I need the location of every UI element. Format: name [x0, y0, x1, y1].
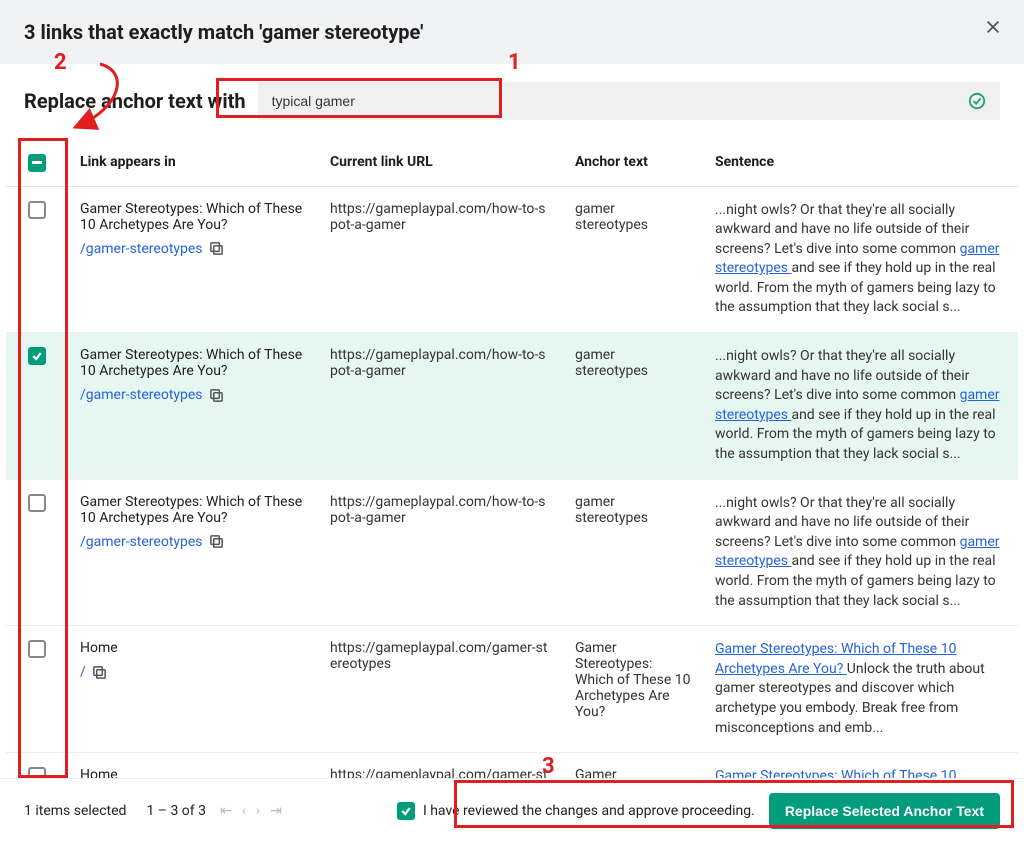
pager-next-icon[interactable]: ›	[256, 803, 260, 819]
col-header-sentence: Sentence	[703, 138, 1018, 186]
close-icon[interactable]	[984, 18, 1004, 38]
pager-range: 1 – 3 of 3	[146, 803, 206, 819]
row-url: https://gameplaypal.com/how-to-spot-a-ga…	[318, 186, 563, 333]
selected-count: 1 items selected	[24, 803, 126, 819]
table-row: Home / https://gameplaypal.com/gamer-stere…	[6, 626, 1018, 753]
row-sentence: ...night owls? Or that they're all socia…	[703, 479, 1018, 626]
col-header-url: Current link URL	[318, 138, 563, 186]
row-url: https://gameplaypal.com/gamer-stereotype…	[318, 753, 563, 778]
pager-last-icon[interactable]: ⇥	[270, 803, 282, 819]
row-anchor: Gamer Stereotypes: Which of These 10	[563, 753, 703, 778]
copy-icon[interactable]	[92, 665, 107, 680]
table-row: Gamer Stereotypes: Which of These 10 Arc…	[6, 186, 1018, 333]
pager-first-icon[interactable]: ⇤	[220, 803, 232, 819]
row-sentence: ...night owls? Or that they're all socia…	[703, 186, 1018, 333]
approve-label: I have reviewed the changes and approve …	[423, 803, 755, 819]
row-url: https://gameplaypal.com/gamer-stereotype…	[318, 626, 563, 753]
modal-header: 3 links that exactly match 'gamer stereo…	[0, 0, 1024, 64]
row-anchor: gamer stereotypes	[563, 186, 703, 333]
replace-input-wrap	[258, 82, 1000, 120]
sentence-link[interactable]: gamer stereotypes	[715, 241, 1000, 277]
replace-row: Replace anchor text with	[0, 64, 1024, 138]
row-sentence: Gamer Stereotypes: Which of These 10 Arc…	[703, 753, 1018, 778]
sentence-link[interactable]: Gamer Stereotypes: Which of These 10 Arc…	[715, 641, 956, 677]
row-sentence: ...night owls? Or that they're all socia…	[703, 333, 1018, 480]
row-checkbox[interactable]	[28, 640, 46, 658]
pager: 1 – 3 of 3 ⇤ ‹ › ⇥	[146, 803, 281, 819]
row-path[interactable]: /gamer-stereotypes	[80, 534, 224, 550]
row-path[interactable]: /gamer-stereotypes	[80, 387, 224, 403]
replace-label: Replace anchor text with	[24, 89, 246, 113]
copy-icon[interactable]	[209, 534, 224, 549]
row-anchor: Gamer Stereotypes: Which of These 10 Arc…	[563, 626, 703, 753]
row-anchor: gamer stereotypes	[563, 479, 703, 626]
row-checkbox[interactable]	[28, 347, 46, 365]
copy-icon[interactable]	[209, 388, 224, 403]
approve-checkbox[interactable]	[397, 802, 415, 820]
links-table: Link appears in Current link URL Anchor …	[6, 138, 1018, 778]
row-title: Home	[80, 640, 306, 656]
row-path[interactable]: /	[80, 664, 107, 680]
row-anchor: gamer stereotypes	[563, 333, 703, 480]
row-title: Gamer Stereotypes: Which of These 10 Arc…	[80, 201, 306, 233]
table-row: Gamer Stereotypes: Which of These 10 Arc…	[6, 333, 1018, 480]
replace-input[interactable]	[272, 93, 960, 109]
row-title: Home	[80, 767, 306, 778]
row-title: Gamer Stereotypes: Which of These 10 Arc…	[80, 494, 306, 526]
col-header-anchor: Anchor text	[563, 138, 703, 186]
table-row: Gamer Stereotypes: Which of These 10 Arc…	[6, 479, 1018, 626]
row-title: Gamer Stereotypes: Which of These 10 Arc…	[80, 347, 306, 379]
check-circle-icon	[968, 92, 986, 110]
sentence-link[interactable]: Gamer Stereotypes: Which of These 10 Arc…	[715, 768, 956, 778]
row-path[interactable]: /gamer-stereotypes	[80, 241, 224, 257]
row-url: https://gameplaypal.com/how-to-spot-a-ga…	[318, 479, 563, 626]
row-checkbox[interactable]	[28, 767, 46, 778]
sentence-link[interactable]: gamer stereotypes	[715, 534, 1000, 570]
table-row: Home/https://gameplaypal.com/gamer-stere…	[6, 753, 1018, 778]
row-url: https://gameplaypal.com/how-to-spot-a-ga…	[318, 333, 563, 480]
row-checkbox[interactable]	[28, 201, 46, 219]
copy-icon[interactable]	[209, 241, 224, 256]
pager-prev-icon[interactable]: ‹	[242, 803, 246, 819]
footer-bar: 1 items selected 1 – 3 of 3 ⇤ ‹ › ⇥ I ha…	[0, 778, 1024, 843]
row-checkbox[interactable]	[28, 494, 46, 512]
row-sentence: Gamer Stereotypes: Which of These 10 Arc…	[703, 626, 1018, 753]
modal-title: 3 links that exactly match 'gamer stereo…	[24, 20, 1000, 44]
sentence-link[interactable]: gamer stereotypes	[715, 387, 1000, 423]
replace-button[interactable]: Replace Selected Anchor Text	[769, 793, 1000, 829]
select-all-checkbox[interactable]	[28, 154, 46, 172]
col-header-link: Link appears in	[68, 138, 318, 186]
